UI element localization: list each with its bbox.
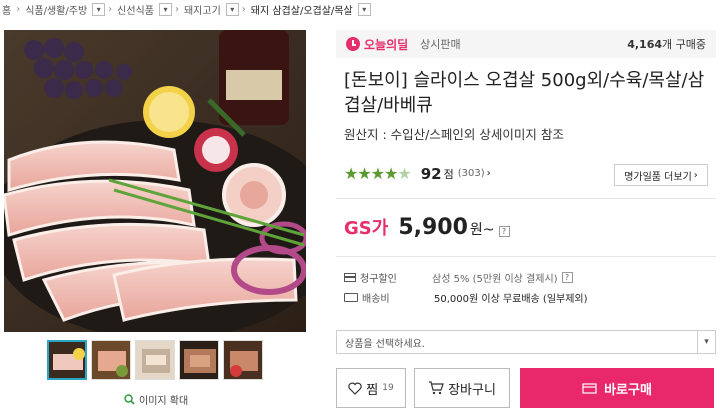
chevron-right-icon: › xyxy=(486,168,491,179)
deal-type: 상시판매 xyxy=(420,38,461,51)
divider xyxy=(336,198,716,199)
breadcrumb-label: 돼지 삼겹살/오겹살/목살 xyxy=(250,5,353,17)
add-to-cart-button[interactable]: 장바구니 xyxy=(414,368,510,408)
discount-value: 삼성 5% (5만원 이상 결제시) xyxy=(432,274,558,285)
truck-icon xyxy=(344,293,358,302)
breadcrumb-category-4[interactable]: 돼지 삼겹살/오겹살/목살 ▾ xyxy=(249,2,371,17)
reviews-more-button[interactable]: 명가일품 더보기 › xyxy=(614,164,708,186)
wishlist-button[interactable]: 찜 19 xyxy=(336,368,406,408)
card-icon xyxy=(582,383,597,394)
breadcrumb-category-1[interactable]: 식품/생활/주방 ▾ xyxy=(23,2,106,17)
thumbnail[interactable] xyxy=(223,340,263,380)
chevron-down-icon[interactable]: ▾ xyxy=(225,2,239,16)
magnifier-icon xyxy=(124,394,135,405)
chevron-right-icon: › xyxy=(16,3,21,15)
discount-label: 청구할인 xyxy=(360,274,397,285)
clock-icon xyxy=(346,37,360,51)
thumbnail[interactable] xyxy=(179,340,219,380)
product-origin: 원산지 : 수입산/스페인외 상세이미지 참조 xyxy=(344,127,564,142)
rating-stars: ★★★★★ xyxy=(344,164,412,183)
divider xyxy=(336,256,716,257)
breadcrumb-label: 신선식품 xyxy=(117,5,154,17)
rating-score-unit: 점 xyxy=(443,167,454,181)
breadcrumb: 홈 › 식품/생활/주방 ▾ › 신선식품 ▾ › 돼지고기 ▾ › 돼지 삼겹… xyxy=(0,0,720,18)
breadcrumb-home[interactable]: 홈 xyxy=(0,2,13,17)
heart-icon xyxy=(348,382,362,395)
chevron-down-icon[interactable]: ▾ xyxy=(158,2,172,16)
price: GS가 5,900 원~ ? xyxy=(344,214,510,240)
purchase-count-value: 4,164 xyxy=(627,38,663,51)
chevron-down-icon[interactable]: ▾ xyxy=(357,2,371,16)
chevron-right-icon: › xyxy=(108,3,113,15)
card-icon xyxy=(344,273,356,282)
chevron-right-icon: › xyxy=(693,169,698,181)
breadcrumb-label: 홈 xyxy=(2,5,12,17)
deal-logo: 오늘의딜 xyxy=(346,36,408,53)
breadcrumb-label: 돼지고기 xyxy=(183,5,221,17)
purchase-count: 4,164개 구매중 xyxy=(627,36,706,52)
product-title: [돈보이] 슬라이스 오겹살 500g외/수육/목살/삼겹살/바베큐 xyxy=(344,70,705,116)
thumbnail-strip xyxy=(47,340,263,380)
shipping-row: 배송비 50,000원 이상 무료배송 (일부제외) xyxy=(344,290,588,305)
breadcrumb-category-3[interactable]: 돼지고기 ▾ xyxy=(182,2,239,17)
help-icon[interactable]: ? xyxy=(498,226,510,237)
cart-icon xyxy=(429,381,444,395)
wishlist-count: 19 xyxy=(382,383,394,393)
chevron-down-icon: ▾ xyxy=(697,331,715,353)
product-main-image[interactable] xyxy=(4,30,306,332)
thumbnail[interactable] xyxy=(47,340,87,380)
shipping-label: 배송비 xyxy=(362,294,390,305)
chevron-down-icon[interactable]: ▾ xyxy=(92,2,106,16)
zoom-label: 이미지 확대 xyxy=(139,396,189,407)
image-zoom-link[interactable]: 이미지 확대 xyxy=(124,392,188,407)
discount-row: 청구할인 삼성 5% (5만원 이상 결제시) ? xyxy=(344,270,573,285)
rating-score: 92 xyxy=(420,164,442,183)
price-unit: 원~ xyxy=(469,222,495,238)
wishlist-label: 찜 xyxy=(366,382,379,398)
purchase-count-suffix: 개 구매중 xyxy=(662,38,706,51)
rating: ★★★★★ 92 점 (303) › xyxy=(344,164,491,183)
chevron-right-icon: › xyxy=(174,3,179,15)
cart-label: 장바구니 xyxy=(448,382,496,398)
price-value: 5,900 xyxy=(398,215,468,240)
buy-now-button[interactable]: 바로구매 xyxy=(520,368,714,408)
reviews-more-label: 명가일품 더보기 xyxy=(624,171,692,183)
breadcrumb-category-2[interactable]: 신선식품 ▾ xyxy=(115,2,172,17)
option-select[interactable]: 상품을 선택하세요. ▾ xyxy=(336,330,716,354)
option-placeholder: 상품을 선택하세요. xyxy=(345,338,425,350)
breadcrumb-label: 식품/생활/주방 xyxy=(25,5,88,17)
deal-bar: 오늘의딜 상시판매 4,164개 구매중 xyxy=(336,30,716,58)
shipping-value: 50,000원 이상 무료배송 (일부제외) xyxy=(434,294,588,305)
thumbnail[interactable] xyxy=(91,340,131,380)
thumbnail[interactable] xyxy=(135,340,175,380)
review-count[interactable]: (303) xyxy=(458,168,485,179)
help-icon[interactable]: ? xyxy=(561,272,573,283)
deal-logo-text: 오늘의딜 xyxy=(364,37,409,52)
buy-now-label: 바로구매 xyxy=(604,382,652,398)
chevron-right-icon: › xyxy=(241,3,246,15)
price-label: GS가 xyxy=(344,218,389,239)
